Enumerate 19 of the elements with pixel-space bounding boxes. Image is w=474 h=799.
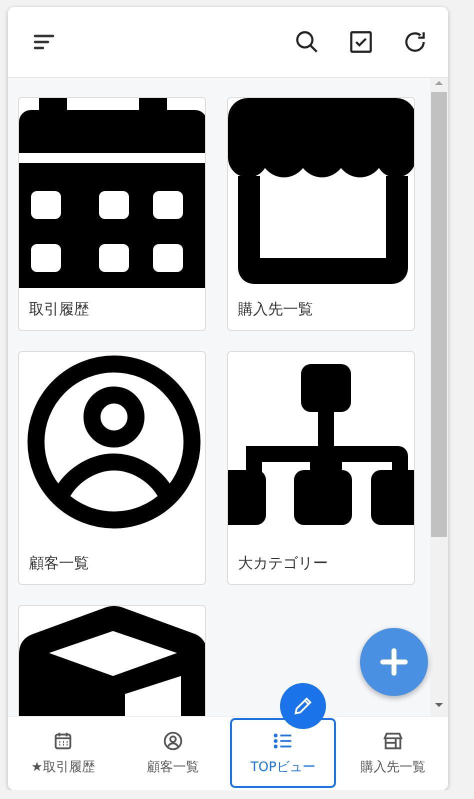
card-label: 購入先一覧 bbox=[237, 299, 314, 319]
menu-card[interactable]: 大カテゴリー bbox=[227, 351, 415, 585]
scrollbar[interactable] bbox=[430, 78, 448, 716]
plus-icon bbox=[379, 647, 409, 677]
calendar-icon bbox=[52, 730, 74, 752]
storefront-icon bbox=[382, 730, 404, 752]
card-label: 大カテゴリー bbox=[237, 553, 329, 573]
card-label: 顧客一覧 bbox=[28, 553, 90, 573]
card-label: 取引履歴 bbox=[28, 299, 90, 319]
account-icon bbox=[162, 730, 184, 752]
pencil-icon bbox=[292, 695, 314, 717]
search-icon bbox=[294, 29, 320, 55]
menu-card[interactable]: 顧客一覧 bbox=[18, 351, 206, 585]
calendar-icon bbox=[19, 98, 205, 288]
nav-tab[interactable]: TOPビュー bbox=[230, 718, 336, 788]
scroll-down-icon[interactable] bbox=[434, 700, 444, 710]
checkbox-icon bbox=[348, 29, 374, 55]
menu-card[interactable]: 取引履歴 bbox=[18, 97, 206, 331]
menu-card[interactable]: 購入先一覧 bbox=[227, 97, 415, 331]
